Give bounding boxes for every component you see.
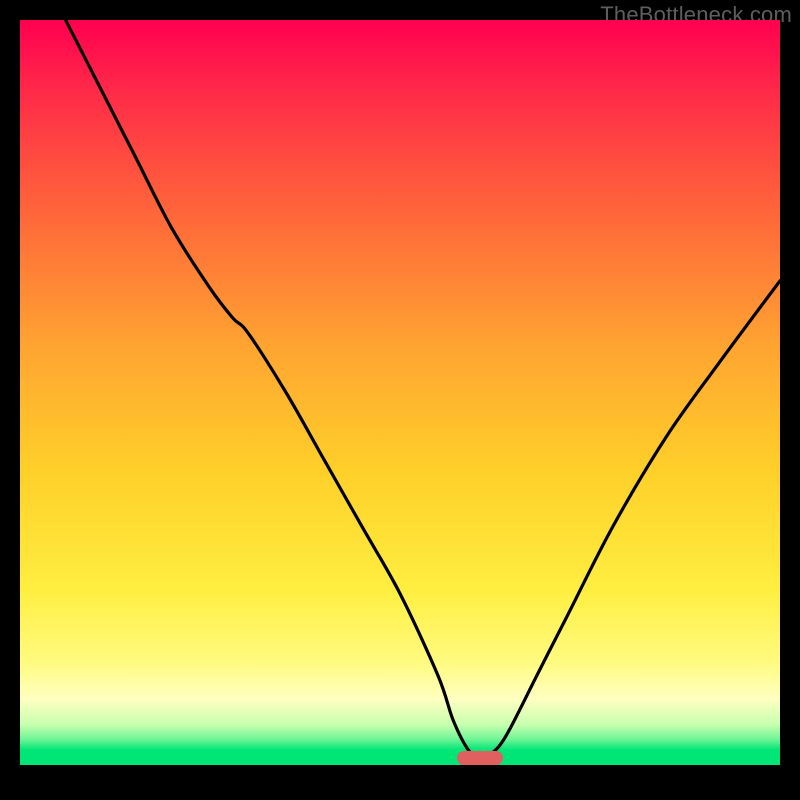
bottleneck-curve bbox=[20, 20, 780, 780]
plot-area bbox=[20, 20, 780, 780]
optimal-marker bbox=[457, 751, 503, 765]
chart-frame: TheBottleneck.com bbox=[0, 0, 800, 800]
